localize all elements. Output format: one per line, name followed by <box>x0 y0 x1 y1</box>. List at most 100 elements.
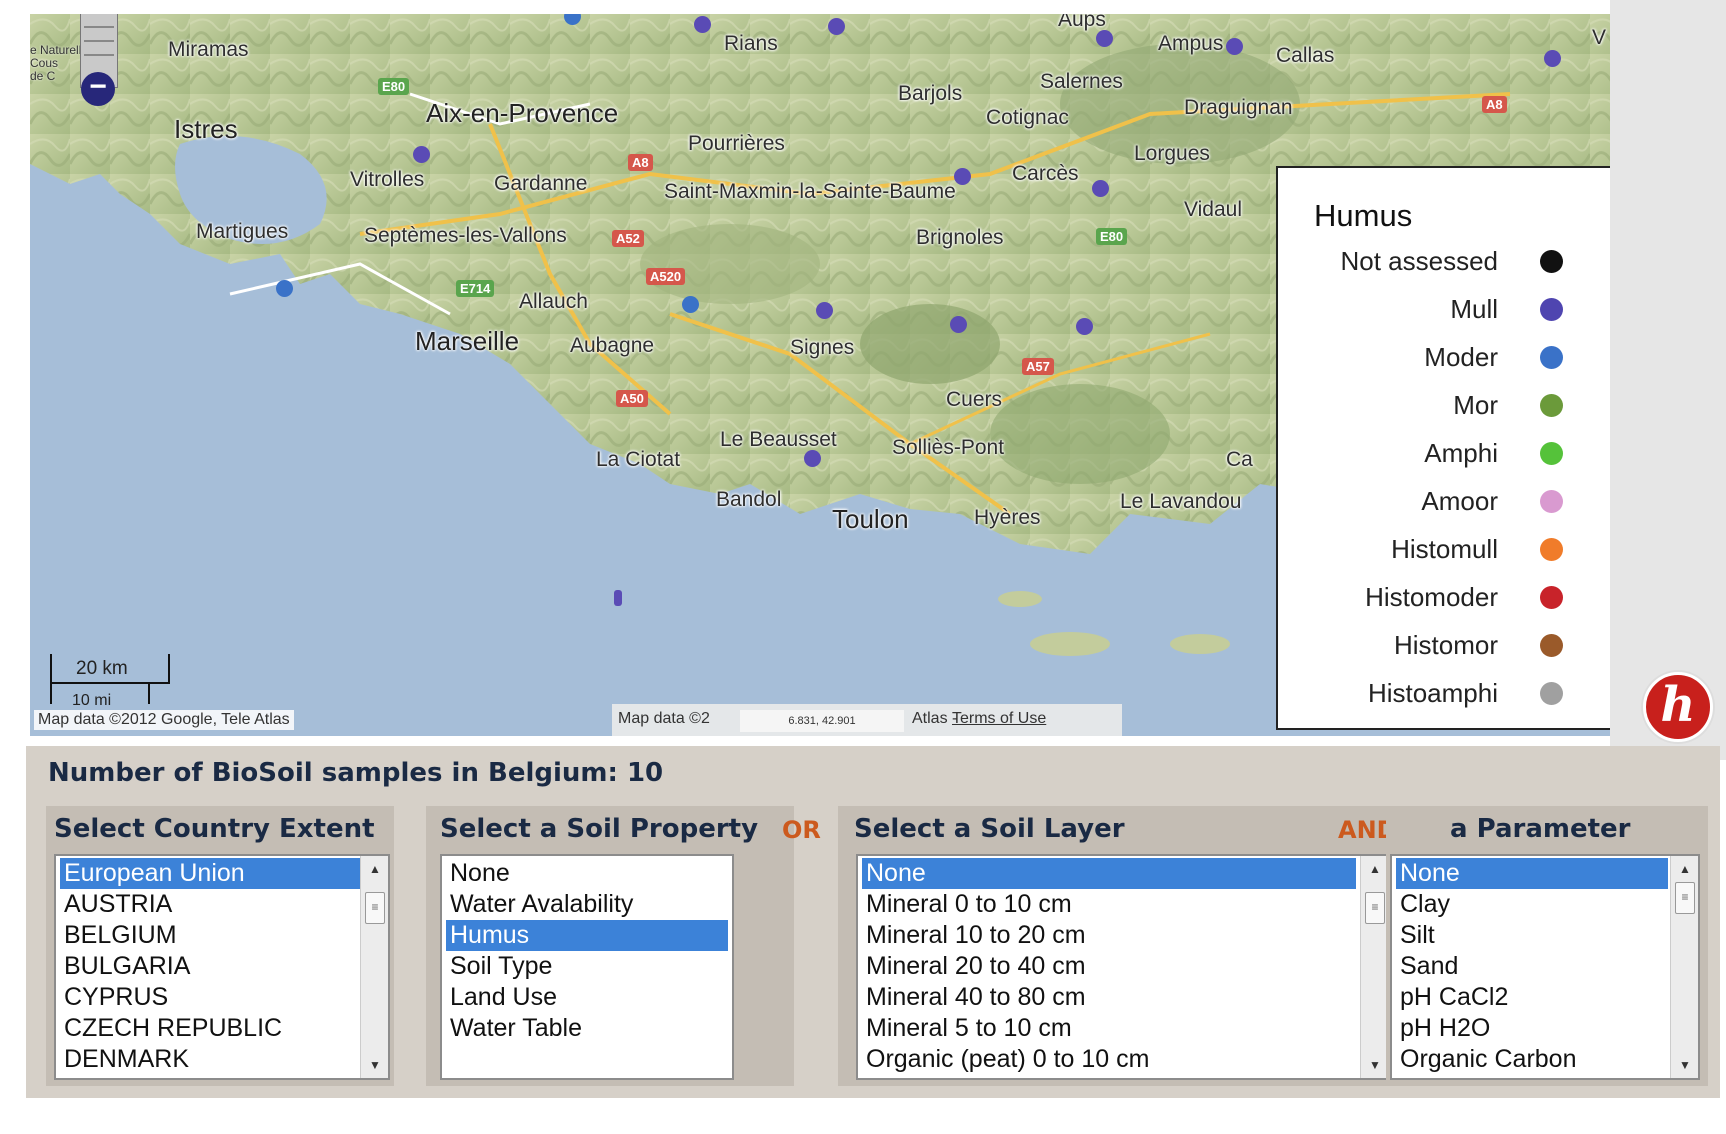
place-label: Cuers <box>946 388 1003 411</box>
layer-option[interactable]: Mineral 10 to 20 cm <box>862 920 1356 951</box>
legend-item-label: Moder <box>1424 342 1498 372</box>
place-label: Aubagne <box>570 334 655 357</box>
sample-point[interactable] <box>614 590 622 606</box>
layer-option[interactable]: Mineral 5 to 10 cm <box>862 1013 1356 1044</box>
country-option[interactable]: European Union <box>60 858 360 889</box>
place-label: Aix-en-Provence <box>426 98 619 128</box>
sample-point[interactable] <box>816 302 833 319</box>
legend-item: Histomoder <box>1278 580 1610 616</box>
parameter-option[interactable]: Sand <box>1396 951 1668 982</box>
property-option[interactable]: Land Use <box>446 982 728 1013</box>
place-label: Miramas <box>168 38 249 61</box>
h-logo[interactable]: h <box>1643 672 1713 742</box>
map-view[interactable]: e Naturelle Cous de C − Miramas Istres Aix… <box>30 14 1610 736</box>
scrollbar[interactable]: ▲ ≡ ▼ <box>1670 856 1698 1078</box>
country-extent-listbox[interactable]: European Union AUSTRIA BELGIUM BULGARIA CYPR… <box>54 854 390 1080</box>
scroll-up-icon[interactable]: ▲ <box>1679 862 1691 876</box>
parameter-listbox[interactable]: None Clay Silt Sand pH CaCl2 pH H2O Organic Ca… <box>1390 854 1700 1080</box>
layer-option[interactable]: Mineral 20 to 40 cm <box>862 951 1356 982</box>
parameter-option[interactable]: pH H2O <box>1396 1013 1668 1044</box>
property-option[interactable]: Water Avalability <box>446 889 728 920</box>
scroll-down-icon[interactable]: ▼ <box>1679 1058 1691 1072</box>
legend-swatch <box>1540 634 1563 657</box>
road-shield: E714 <box>456 280 495 297</box>
scroll-up-icon[interactable]: ▲ <box>369 862 381 876</box>
place-label: Istres <box>174 114 238 144</box>
scrollbar[interactable]: ▲ ≡ ▼ <box>360 856 388 1078</box>
property-option[interactable]: Humus <box>446 920 728 951</box>
country-option[interactable]: CYPRUS <box>60 982 360 1013</box>
legend-item: Histoamphi <box>1278 676 1610 712</box>
country-option[interactable]: AUSTRIA <box>60 889 360 920</box>
property-option[interactable]: Water Table <box>446 1013 728 1044</box>
sample-point[interactable] <box>413 146 430 163</box>
sample-point[interactable] <box>828 18 845 35</box>
legend-swatch <box>1540 298 1563 321</box>
scroll-up-icon[interactable]: ▲ <box>1369 862 1381 876</box>
scroll-thumb[interactable]: ≡ <box>1675 882 1695 914</box>
country-option[interactable]: BELGIUM <box>60 920 360 951</box>
place-label: Signes <box>790 336 855 359</box>
layer-option[interactable]: Mineral 40 to 80 cm <box>862 982 1356 1013</box>
property-option[interactable]: Soil Type <box>446 951 728 982</box>
scale-bar: 20 km 10 mi <box>50 654 180 714</box>
place-label: Pourrières <box>688 132 785 155</box>
scroll-down-icon[interactable]: ▼ <box>369 1058 381 1072</box>
place-label: Barjols <box>898 82 963 105</box>
soil-layer-listbox[interactable]: None Mineral 0 to 10 cm Mineral 10 to 20 c… <box>856 854 1390 1080</box>
place-label: Marseille <box>415 326 520 356</box>
layer-option[interactable]: Organic (peat) 0 to 10 cm <box>862 1044 1356 1075</box>
zoom-control[interactable]: − <box>80 14 118 106</box>
layer-option[interactable]: None <box>862 858 1356 889</box>
sample-point[interactable] <box>1096 30 1113 47</box>
legend-item: Histomull <box>1278 532 1610 568</box>
sample-point[interactable] <box>1544 50 1561 67</box>
sample-point[interactable] <box>1226 38 1243 55</box>
sample-point[interactable] <box>694 16 711 33</box>
scroll-thumb[interactable]: ≡ <box>1365 892 1385 924</box>
road-shield: A50 <box>616 390 648 407</box>
sample-point[interactable] <box>276 280 293 297</box>
parameter-option[interactable]: Silt <box>1396 920 1668 951</box>
road-shield: A520 <box>646 268 686 285</box>
terms-of-use-link[interactable]: Terms of Use <box>952 710 1046 728</box>
sample-point[interactable] <box>954 168 971 185</box>
sample-point[interactable] <box>682 296 699 313</box>
sample-point[interactable] <box>950 316 967 333</box>
right-gutter <box>1610 0 1726 760</box>
country-option[interactable]: BULGARIA <box>60 951 360 982</box>
legend-item-label: Histomoder <box>1365 582 1498 612</box>
legend-item-label: Histomull <box>1391 534 1498 564</box>
scroll-down-icon[interactable]: ▼ <box>1369 1058 1381 1072</box>
country-option[interactable]: CZECH REPUBLIC <box>60 1013 360 1044</box>
layer-option[interactable]: Mineral 0 to 10 cm <box>862 889 1356 920</box>
country-option[interactable]: DENMARK <box>60 1044 360 1075</box>
zoom-out-button[interactable]: − <box>81 72 115 106</box>
legend-swatch <box>1540 586 1563 609</box>
soil-property-listbox[interactable]: None Water Avalability Humus Soil Type Land … <box>440 854 734 1080</box>
place-label: Vidaul <box>1184 198 1242 221</box>
parameter-option[interactable]: pH CaCl2 <box>1396 982 1668 1013</box>
scroll-thumb[interactable]: ≡ <box>365 892 385 924</box>
parameter-option[interactable]: Clay <box>1396 889 1668 920</box>
parameter-option[interactable]: None <box>1396 858 1668 889</box>
place-label: Martigues <box>196 220 289 243</box>
scrollbar[interactable]: ▲ ≡ ▼ <box>1360 856 1388 1078</box>
legend-item-label: Not assessed <box>1340 246 1498 276</box>
place-label: Solliès-Pont <box>892 436 1005 459</box>
place-label: Allauch <box>519 290 588 313</box>
country-extent-header: Select Country Extent <box>54 814 375 844</box>
place-label: Salernes <box>1040 70 1123 93</box>
sample-point[interactable] <box>1092 180 1109 197</box>
sample-point[interactable] <box>1076 318 1093 335</box>
sample-point[interactable] <box>804 450 821 467</box>
property-option[interactable]: None <box>446 858 728 889</box>
place-label: Rians <box>724 32 778 55</box>
place-label: Le Lavandou <box>1120 490 1242 513</box>
humus-legend: Humus Not assessed Mull Moder Mor Amphi Amoor… <box>1276 166 1610 730</box>
place-label: Draguignan <box>1184 96 1293 119</box>
legend-item-label: Mor <box>1453 390 1498 420</box>
place-label: Ampus <box>1158 32 1224 55</box>
parameter-option[interactable]: Organic Carbon <box>1396 1044 1668 1075</box>
place-label: La Ciotat <box>596 448 681 471</box>
